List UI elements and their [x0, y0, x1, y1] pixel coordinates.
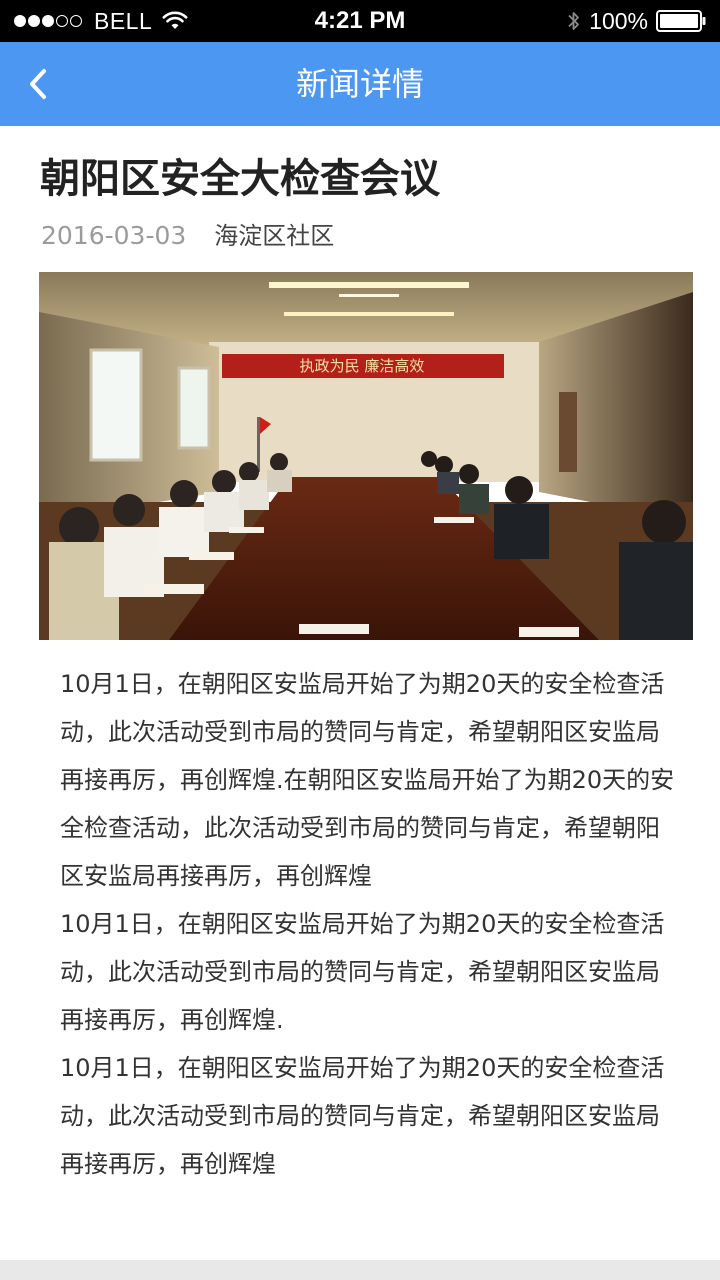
back-button[interactable] — [10, 56, 66, 112]
status-left: BELL — [14, 0, 188, 42]
signal-strength-icon — [14, 15, 82, 27]
article-source: 海淀区社区 — [214, 222, 335, 250]
nav-bar: 新闻详情 — [0, 42, 720, 126]
battery-percent: 100% — [589, 7, 648, 34]
article-paragraph: 10月1日，在朝阳区安监局开始了为期20天的安全检查活动，此次活动受到市局的赞同… — [60, 670, 675, 890]
meeting-room-image: 执政为民 廉洁高效 — [39, 272, 693, 640]
article-date: 2016-03-03 — [41, 221, 187, 250]
article: 朝阳区安全大检查会议 2016-03-03 海淀区社区 执政为民 廉洁高效 10… — [0, 126, 720, 1260]
article-body: 10月1日，在朝阳区安监局开始了为期20天的安全检查活动，此次活动受到市局的赞同… — [60, 660, 678, 1188]
article-paragraph: 10月1日，在朝阳区安监局开始了为期20天的安全检查活动，此次活动受到市局的赞同… — [60, 910, 665, 1034]
bottom-divider — [0, 1260, 720, 1280]
carrier-name: BELL — [94, 7, 153, 34]
page-title: 新闻详情 — [295, 65, 424, 103]
status-right: 100% — [567, 0, 706, 42]
article-meta: 2016-03-03 海淀区社区 — [41, 218, 334, 254]
bluetooth-icon — [568, 12, 580, 30]
wifi-icon — [162, 11, 188, 29]
battery-icon — [656, 10, 706, 32]
article-title: 朝阳区安全大检查会议 — [40, 156, 440, 202]
article-photo: 执政为民 廉洁高效 — [39, 272, 693, 640]
article-paragraph: 10月1日，在朝阳区安监局开始了为期20天的安全检查活动，此次活动受到市局的赞同… — [60, 1054, 665, 1178]
status-bar: BELL 4:21 PM 100% — [0, 0, 720, 42]
banner-text: 执政为民 廉洁高效 — [300, 357, 425, 375]
chevron-left-icon — [30, 69, 46, 99]
